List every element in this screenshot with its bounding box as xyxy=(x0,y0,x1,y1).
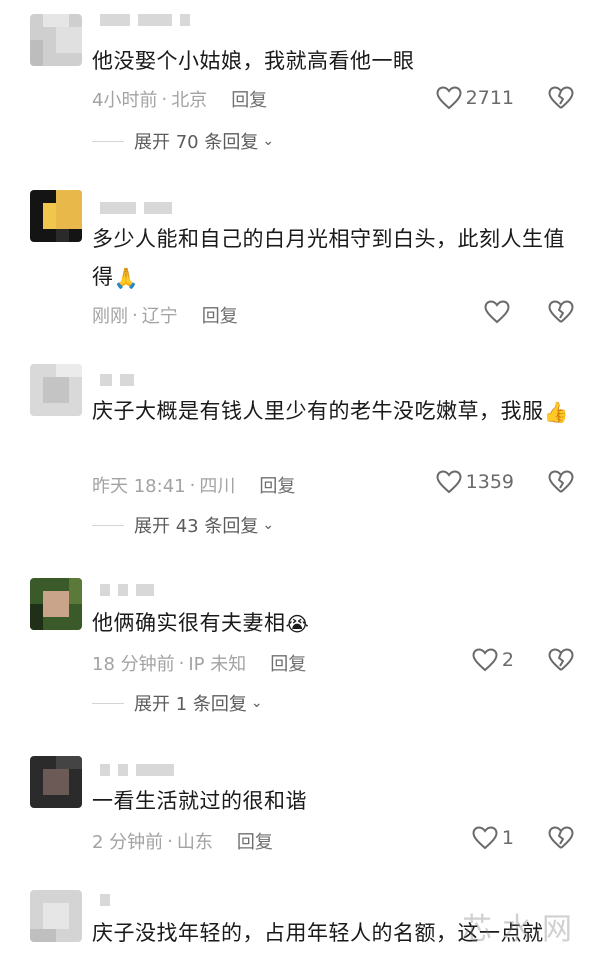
broken-heart-icon xyxy=(548,300,574,323)
reply-button[interactable]: 回复 xyxy=(237,828,273,854)
comment-time: 4小时前 xyxy=(92,90,158,111)
avatar[interactable] xyxy=(30,190,82,242)
avatar[interactable] xyxy=(30,14,82,66)
meta-separator: · xyxy=(178,652,185,674)
expand-label: 展开 70 条回复 xyxy=(134,132,259,153)
comment-location: 辽宁 xyxy=(141,306,178,327)
dislike-button[interactable] xyxy=(548,300,574,328)
comment-time: 刚刚 xyxy=(92,306,128,327)
comment-text: 一看生活就过的很和谐 xyxy=(92,789,307,813)
expand-replies-button[interactable]: 展开 1 条回复 ⌄ xyxy=(92,690,263,716)
meta-separator: · xyxy=(132,304,138,326)
heart-outline-icon xyxy=(436,470,462,494)
like-count: 1359 xyxy=(465,471,514,493)
expand-replies-button[interactable]: 展开 43 条回复 ⌄ xyxy=(92,512,274,538)
like-button[interactable] xyxy=(484,300,514,324)
divider xyxy=(92,140,124,142)
comment-meta: 昨天 18:41 · 四川 回复 xyxy=(92,472,295,498)
heart-outline-icon xyxy=(472,648,498,672)
like-button[interactable]: 1 xyxy=(472,826,514,850)
heart-outline-icon xyxy=(484,300,510,324)
meta-separator: · xyxy=(189,474,196,496)
username[interactable] xyxy=(100,200,172,216)
expand-replies-button[interactable]: 展开 70 条回复 ⌄ xyxy=(92,128,274,154)
like-count: 2711 xyxy=(465,87,514,109)
comment-text: 他没娶个小姑娘，我就高看他一眼 xyxy=(92,49,415,73)
dislike-button[interactable] xyxy=(548,470,574,498)
broken-heart-icon xyxy=(548,648,574,671)
dislike-button[interactable] xyxy=(548,826,574,854)
comment-meta: 4小时前 · 北京 回复 xyxy=(92,86,267,112)
comment-text-body: 庆子大概是有钱人里少有的老牛没吃嫩草，我服 xyxy=(92,399,544,423)
broken-heart-icon xyxy=(548,86,574,109)
avatar[interactable] xyxy=(30,756,82,808)
comment-emoji: 😭 xyxy=(285,612,310,636)
reply-button[interactable]: 回复 xyxy=(270,650,306,676)
comment-location: 北京 xyxy=(171,90,208,111)
chevron-down-icon: ⌄ xyxy=(250,695,263,711)
username[interactable] xyxy=(100,582,154,598)
heart-outline-icon xyxy=(436,86,462,110)
username[interactable] xyxy=(100,892,110,908)
chevron-down-icon: ⌄ xyxy=(262,517,275,533)
username[interactable] xyxy=(100,12,190,28)
comment-text-body: 多少人能和自己的白月光相守到白头，此刻人生值得 xyxy=(92,227,565,289)
comment-time: 昨天 18:41 xyxy=(92,476,186,497)
watermark: 芯水网 xyxy=(462,912,582,947)
like-count: 1 xyxy=(501,827,514,849)
comment-text: 他俩确实很有夫妻相😭 xyxy=(92,604,580,642)
reply-button[interactable]: 回复 xyxy=(259,472,295,498)
comment-location: IP 未知 xyxy=(188,654,247,675)
like-count: 2 xyxy=(501,649,514,671)
comment-location: 山东 xyxy=(176,832,213,853)
avatar[interactable] xyxy=(30,890,82,942)
comment-text: 庆子大概是有钱人里少有的老牛没吃嫩草，我服👍 xyxy=(92,392,572,430)
broken-heart-icon xyxy=(548,826,574,849)
comment-meta: 刚刚 · 辽宁 回复 xyxy=(92,302,238,328)
reply-button[interactable]: 回复 xyxy=(202,302,238,328)
chevron-down-icon: ⌄ xyxy=(262,133,275,149)
comment-text: 多少人能和自己的白月光相守到白头，此刻人生值得🙏 xyxy=(92,220,572,296)
avatar[interactable] xyxy=(30,578,82,630)
avatar[interactable] xyxy=(30,364,82,416)
username[interactable] xyxy=(100,372,134,388)
reply-button[interactable]: 回复 xyxy=(231,86,267,112)
comment-emoji: 👍 xyxy=(543,400,569,424)
expand-label: 展开 43 条回复 xyxy=(134,516,259,537)
meta-separator: · xyxy=(161,88,168,110)
comment-meta: 18 分钟前 · IP 未知 回复 xyxy=(92,650,306,676)
like-button[interactable]: 2711 xyxy=(436,86,514,110)
meta-separator: · xyxy=(167,830,173,852)
like-button[interactable]: 2 xyxy=(472,648,514,672)
divider xyxy=(92,524,124,526)
broken-heart-icon xyxy=(548,470,574,493)
dislike-button[interactable] xyxy=(548,86,574,114)
divider xyxy=(92,702,124,704)
comment-time: 18 分钟前 xyxy=(92,654,175,675)
comment-time: 2 分钟前 xyxy=(92,832,164,853)
expand-label: 展开 1 条回复 xyxy=(134,694,247,715)
like-button[interactable]: 1359 xyxy=(436,470,514,494)
dislike-button[interactable] xyxy=(548,648,574,676)
comment-location: 四川 xyxy=(199,476,236,497)
comment-meta: 2 分钟前 · 山东 回复 xyxy=(92,828,273,854)
comment-text-body: 他俩确实很有夫妻相 xyxy=(92,611,286,635)
username[interactable] xyxy=(100,762,174,778)
heart-outline-icon xyxy=(472,826,498,850)
comment-emoji: 🙏 xyxy=(113,266,139,290)
